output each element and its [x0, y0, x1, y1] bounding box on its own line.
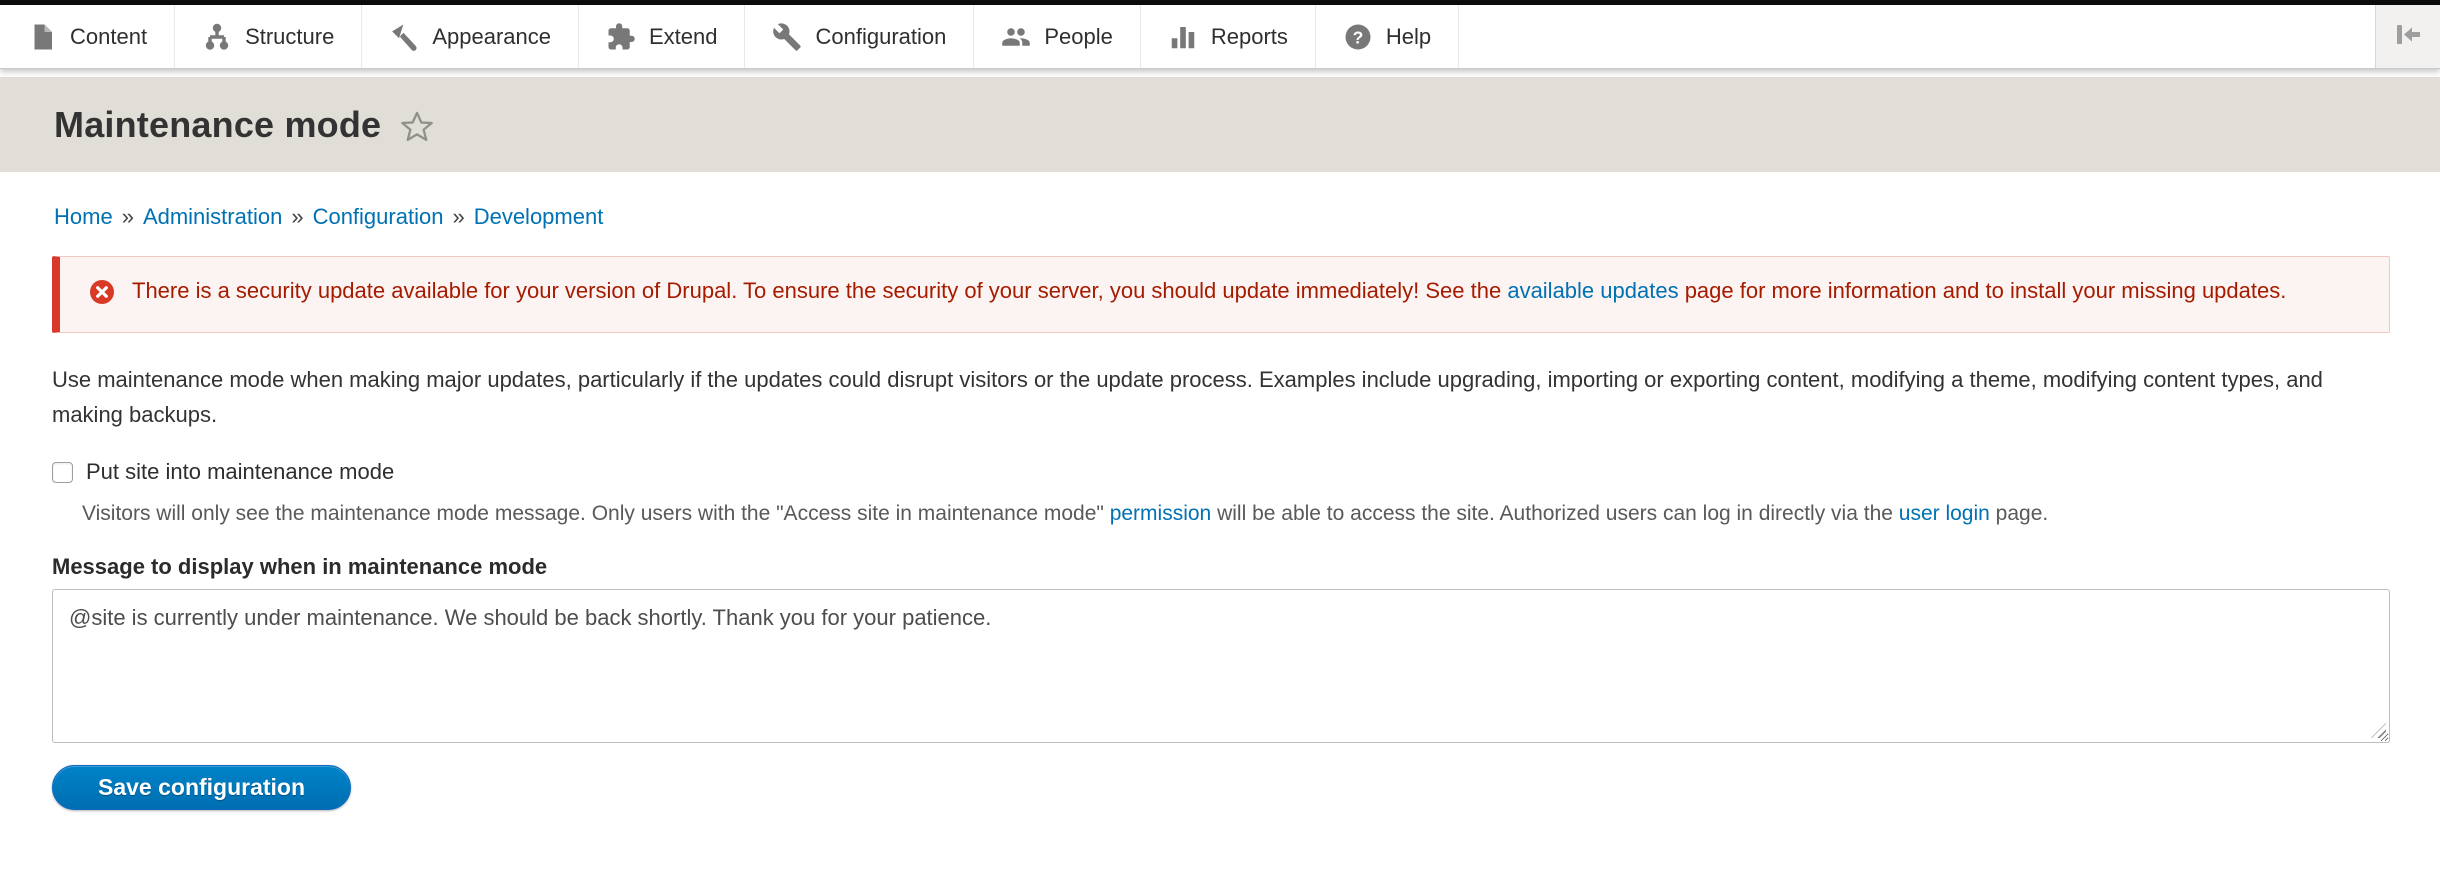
- toolbar-item-extend[interactable]: Extend: [579, 5, 746, 68]
- error-text-after: page for more information and to install…: [1679, 278, 2287, 303]
- error-message-text: There is a security update available for…: [132, 272, 2286, 310]
- toolbar-item-people[interactable]: People: [974, 5, 1141, 68]
- breadcrumb-link-development[interactable]: Development: [474, 204, 604, 229]
- toolbar-item-appearance[interactable]: Appearance: [362, 5, 579, 68]
- toolbar-orientation-toggle[interactable]: [2375, 5, 2440, 68]
- toolbar-item-structure[interactable]: Structure: [175, 5, 362, 68]
- toolbar-item-label: Structure: [245, 24, 334, 50]
- breadcrumb-separator: »: [452, 204, 464, 229]
- toolbar-item-label: Reports: [1211, 24, 1288, 50]
- error-text-before: There is a security update available for…: [132, 278, 1507, 303]
- available-updates-link[interactable]: available updates: [1507, 278, 1678, 303]
- description-part3: page.: [1990, 502, 2048, 525]
- breadcrumb-link-administration[interactable]: Administration: [143, 204, 282, 229]
- toolbar-item-label: Content: [70, 24, 147, 50]
- page-title: Maintenance mode: [54, 104, 381, 146]
- paintbrush-icon: [389, 22, 419, 52]
- toolbar-item-label: People: [1044, 24, 1113, 50]
- bar-chart-icon: [1168, 22, 1198, 52]
- breadcrumb-link-home[interactable]: Home: [54, 204, 113, 229]
- maintenance-message-textarea[interactable]: @site is currently under maintenance. We…: [52, 589, 2390, 743]
- sitemap-icon: [202, 22, 232, 52]
- maintenance-mode-checkbox-label[interactable]: Put site into maintenance mode: [86, 459, 394, 485]
- toolbar-item-label: Extend: [649, 24, 718, 50]
- toolbar-item-help[interactable]: ? Help: [1316, 5, 1459, 68]
- breadcrumb: Home » Administration » Configuration » Develo…: [52, 172, 2390, 230]
- error-message-box: There is a security update available for…: [52, 256, 2390, 333]
- puzzle-icon: [606, 22, 636, 52]
- main-content: Home » Administration » Configuration » Develo…: [0, 172, 2440, 810]
- breadcrumb-link-configuration[interactable]: Configuration: [313, 204, 444, 229]
- file-icon: [27, 22, 57, 52]
- people-icon: [1001, 22, 1031, 52]
- toolbar-item-label: Appearance: [432, 24, 551, 50]
- toolbar-item-reports[interactable]: Reports: [1141, 5, 1316, 68]
- star-outline-icon[interactable]: [399, 109, 435, 145]
- description-part2: will be able to access the site. Authori…: [1211, 502, 1899, 525]
- message-field-label: Message to display when in maintenance m…: [52, 554, 2390, 580]
- description-part1: Visitors will only see the maintenance m…: [82, 502, 1110, 525]
- toolbar-item-configuration[interactable]: Configuration: [745, 5, 974, 68]
- toolbar-item-label: Help: [1386, 24, 1431, 50]
- breadcrumb-separator: »: [291, 204, 303, 229]
- svg-text:?: ?: [1353, 27, 1364, 47]
- error-icon: [89, 279, 115, 317]
- maintenance-mode-checkbox-row: Put site into maintenance mode: [52, 459, 2390, 485]
- user-login-link[interactable]: user login: [1899, 502, 1990, 525]
- toolbar-collapse-icon: [2393, 19, 2423, 54]
- message-textarea-wrap: @site is currently under maintenance. We…: [52, 589, 2390, 743]
- maintenance-mode-intro: Use maintenance mode when making major u…: [52, 362, 2390, 432]
- maintenance-mode-description: Visitors will only see the maintenance m…: [82, 498, 2390, 529]
- save-configuration-button[interactable]: Save configuration: [52, 765, 351, 810]
- toolbar-item-label: Configuration: [815, 24, 946, 50]
- admin-toolbar: Content Structure Appearance Extend Conf…: [0, 5, 2440, 69]
- permission-link[interactable]: permission: [1110, 502, 1212, 525]
- toolbar-filler: [1459, 5, 2375, 68]
- help-icon: ?: [1343, 22, 1373, 52]
- page-header-band: Maintenance mode: [0, 77, 2440, 172]
- toolbar-item-content[interactable]: Content: [0, 5, 175, 68]
- maintenance-mode-checkbox[interactable]: [52, 462, 73, 483]
- wrench-icon: [772, 22, 802, 52]
- breadcrumb-separator: »: [122, 204, 134, 229]
